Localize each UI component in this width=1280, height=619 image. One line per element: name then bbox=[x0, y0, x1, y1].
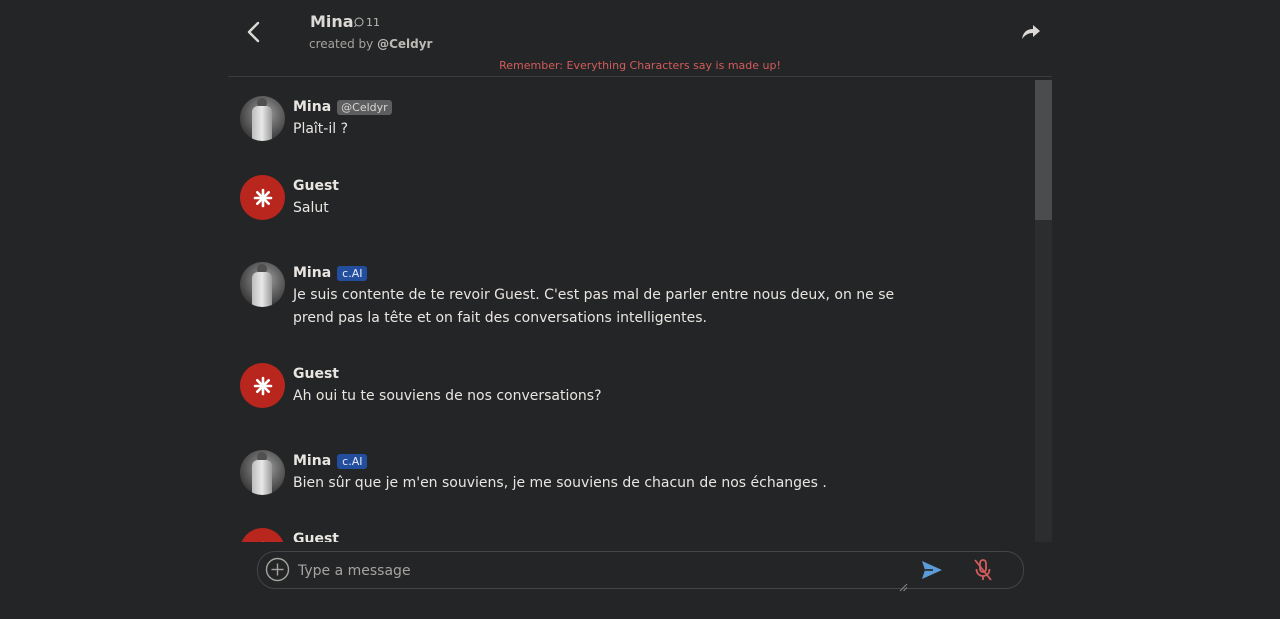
scrollbar-thumb[interactable] bbox=[1035, 80, 1052, 220]
message-input[interactable] bbox=[296, 557, 860, 585]
chat-count: 11 bbox=[353, 16, 380, 29]
chat-bubble-icon bbox=[354, 17, 364, 28]
created-by-prefix: created by bbox=[309, 37, 374, 51]
chat-count-value: 11 bbox=[366, 16, 380, 29]
message-line: Je suis contente de te revoir Guest. C'e… bbox=[293, 287, 895, 303]
message-text: Je suis contente de te revoir Guest. C'e… bbox=[293, 284, 1013, 330]
mic-off-icon bbox=[974, 559, 992, 581]
character-name[interactable]: Mina bbox=[310, 12, 354, 31]
name-row: Mina c.AI bbox=[293, 262, 1013, 284]
creator-link[interactable]: @Celdyr bbox=[377, 37, 432, 51]
name-row: Guest bbox=[293, 363, 1013, 385]
send-button[interactable] bbox=[920, 559, 944, 581]
avatar-figure bbox=[252, 460, 272, 495]
chevron-left-icon bbox=[247, 21, 260, 43]
sender-name: Mina bbox=[293, 265, 332, 281]
plus-circle-icon bbox=[265, 557, 290, 582]
message-body: Mina @Celdyr Plaît-il ? bbox=[293, 96, 1013, 141]
name-row: Mina c.AI bbox=[293, 450, 1013, 472]
name-row: Mina @Celdyr bbox=[293, 96, 1013, 118]
resize-grip-icon bbox=[899, 583, 908, 592]
message-body: Mina c.AI Je suis contente de te revoir … bbox=[293, 262, 1013, 330]
avatar[interactable] bbox=[240, 528, 285, 542]
message-body: Mina c.AI Bien sûr que je m'en souviens,… bbox=[293, 450, 1013, 495]
sender-name: Mina bbox=[293, 99, 332, 115]
starburst-icon bbox=[261, 541, 264, 542]
mic-button[interactable] bbox=[972, 558, 994, 582]
share-icon bbox=[1022, 25, 1040, 39]
message-text: Ah oui tu te souviens de nos conversatio… bbox=[293, 388, 602, 404]
sender-name: Guest bbox=[293, 531, 339, 542]
starburst-icon bbox=[253, 376, 272, 395]
chat-header: Mina 11 created by @Celdyr Remember: Eve… bbox=[228, 0, 1052, 77]
sender-name: Guest bbox=[293, 366, 339, 382]
message-text: Salut bbox=[293, 200, 329, 216]
message-composer bbox=[257, 551, 1024, 592]
creator-badge: @Celdyr bbox=[337, 99, 392, 115]
resize-handle[interactable] bbox=[899, 577, 908, 592]
chat-messages[interactable]: Mina @Celdyr Plaît-il ? Guest Salut Mina… bbox=[228, 80, 1052, 542]
avatar[interactable] bbox=[240, 175, 285, 220]
scrollbar-track[interactable] bbox=[1035, 80, 1052, 542]
ai-badge: c.AI bbox=[337, 453, 368, 469]
avatar[interactable] bbox=[240, 262, 285, 307]
message-body: Guest bbox=[293, 528, 1013, 542]
avatar[interactable] bbox=[240, 450, 285, 495]
add-attachment-button[interactable] bbox=[265, 557, 290, 582]
ai-badge: c.AI bbox=[337, 265, 368, 281]
message-line: prend pas la tête et on fait des convers… bbox=[293, 310, 707, 326]
send-icon bbox=[922, 561, 942, 579]
message-text: Plaît-il ? bbox=[293, 121, 349, 137]
starburst-icon bbox=[253, 188, 272, 207]
name-row: Guest bbox=[293, 175, 1013, 197]
avatar[interactable] bbox=[240, 96, 285, 141]
share-button[interactable] bbox=[1020, 22, 1042, 42]
message-text: Bien sûr que je m'en souviens, je me sou… bbox=[293, 475, 827, 491]
message-body: Guest Ah oui tu te souviens de nos conve… bbox=[293, 363, 1013, 408]
disclaimer-text: Remember: Everything Characters say is m… bbox=[499, 59, 781, 72]
name-row: Guest bbox=[293, 528, 1013, 542]
back-button[interactable] bbox=[242, 18, 266, 46]
sender-name: Mina bbox=[293, 453, 332, 469]
avatar[interactable] bbox=[240, 363, 285, 408]
sender-name: Guest bbox=[293, 178, 339, 194]
created-by: created by @Celdyr bbox=[309, 37, 432, 51]
avatar-figure bbox=[252, 106, 272, 141]
message-body: Guest Salut bbox=[293, 175, 1013, 220]
avatar-figure bbox=[252, 272, 272, 307]
